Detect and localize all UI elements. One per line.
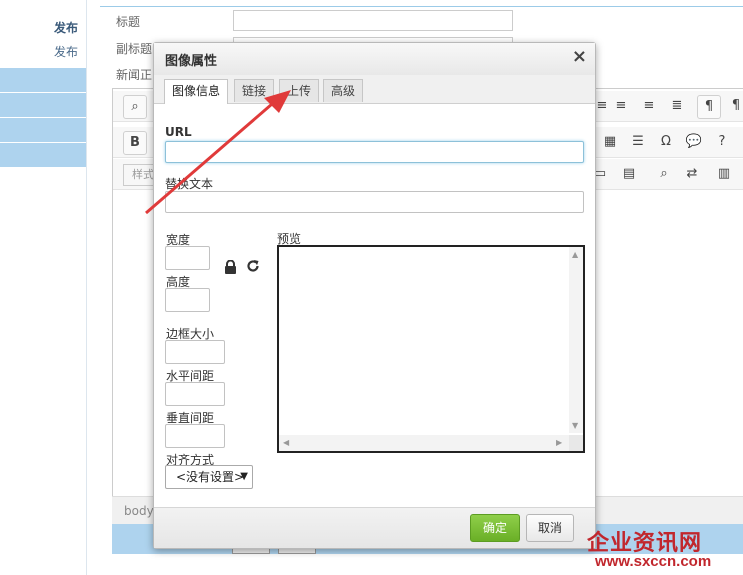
sidebar-row[interactable] (0, 93, 86, 118)
find-icon[interactable]: ⌕ (123, 95, 147, 119)
paste-icon[interactable]: ▥ (713, 163, 735, 185)
border-input[interactable] (165, 340, 225, 364)
rtl-icon[interactable]: ¶ (725, 95, 743, 117)
url-input[interactable] (165, 141, 584, 163)
reset-size-icon[interactable] (246, 259, 260, 276)
dialog-footer: 确定 取消 (154, 507, 595, 548)
title-input[interactable] (233, 10, 513, 31)
scroll-up-icon[interactable]: ▲ (572, 250, 578, 259)
horizontal-rule-icon[interactable]: ☰ (627, 131, 649, 153)
search-icon[interactable]: ⌕ (653, 163, 675, 185)
watermark-url: www.sxccn.com (595, 553, 712, 570)
dialog-title: 图像属性 (165, 54, 218, 69)
align-select[interactable]: <没有设置> ▼ (165, 465, 253, 489)
special-char-icon[interactable]: Ω (655, 131, 677, 153)
watermark-logo: 企业资讯网 www.sxccn.com (583, 525, 733, 573)
ltr-icon[interactable]: ¶ (697, 95, 721, 119)
bold-icon[interactable]: B (123, 131, 147, 155)
cancel-button[interactable]: 取消 (526, 514, 574, 542)
sidebar-row[interactable] (0, 143, 86, 168)
dialog-header[interactable]: 图像属性 × (154, 43, 595, 76)
sidebar-publish-link-2[interactable]: 发布 (54, 43, 78, 60)
subtitle-label: 副标题 (116, 42, 153, 56)
sidebar-row[interactable] (0, 68, 86, 93)
ok-button[interactable]: 确定 (470, 514, 520, 542)
table-icon[interactable]: ▦ (599, 131, 621, 153)
title-label: 标题 (116, 15, 141, 29)
replace-icon[interactable]: ⇄ (681, 163, 703, 185)
vspace-input[interactable] (165, 424, 225, 448)
width-input[interactable] (165, 246, 210, 270)
height-input[interactable] (165, 288, 210, 312)
tab-upload[interactable]: 上传 (279, 79, 320, 102)
tab-link[interactable]: 链接 (234, 79, 275, 102)
justify-icon[interactable]: ≣ (666, 95, 688, 117)
image-properties-dialog: 图像属性 × 图像信息 链接 上传 高级 URL 替换文本 宽度 高度 边框大小… (153, 42, 596, 549)
sidebar-publish-link-1[interactable]: 发布 (54, 19, 78, 36)
scroll-right-icon[interactable]: ▶ (556, 438, 562, 447)
url-label: URL (165, 125, 192, 139)
top-border (100, 0, 743, 7)
scroll-left-icon[interactable]: ◀ (283, 438, 289, 447)
scroll-down-icon[interactable]: ▼ (572, 421, 578, 430)
template-icon[interactable]: ▤ (618, 163, 640, 185)
lock-ratio-icon[interactable] (224, 259, 237, 277)
tab-advanced[interactable]: 高级 (323, 79, 364, 102)
preview-box: ▲ ▼ ◀ ▶ (277, 245, 585, 453)
chevron-down-icon: ▼ (240, 471, 248, 482)
dialog-tabs: 图像信息 链接 上传 高级 (154, 75, 595, 104)
smiley-icon[interactable]: 💬 (683, 131, 705, 153)
element-path: body (124, 504, 154, 518)
scrollbar-corner (569, 435, 583, 451)
tab-image-info[interactable]: 图像信息 (164, 79, 229, 104)
body-label: 新闻正 (116, 68, 153, 82)
left-sidebar: 发布 发布 (0, 0, 87, 575)
align-right-icon[interactable]: ≡ (638, 95, 660, 117)
align-center-icon[interactable]: ≡ (610, 95, 632, 117)
hspace-input[interactable] (165, 382, 225, 406)
sidebar-row[interactable] (0, 118, 86, 143)
alt-text-label: 替换文本 (165, 177, 214, 191)
vertical-scrollbar[interactable]: ▲ ▼ (569, 247, 583, 433)
close-icon[interactable]: × (572, 46, 587, 67)
alt-text-input[interactable] (165, 191, 584, 213)
horizontal-scrollbar[interactable]: ◀ ▶ (279, 435, 569, 451)
about-icon[interactable]: ? (711, 131, 733, 153)
align-value: <没有设置> (176, 470, 245, 484)
